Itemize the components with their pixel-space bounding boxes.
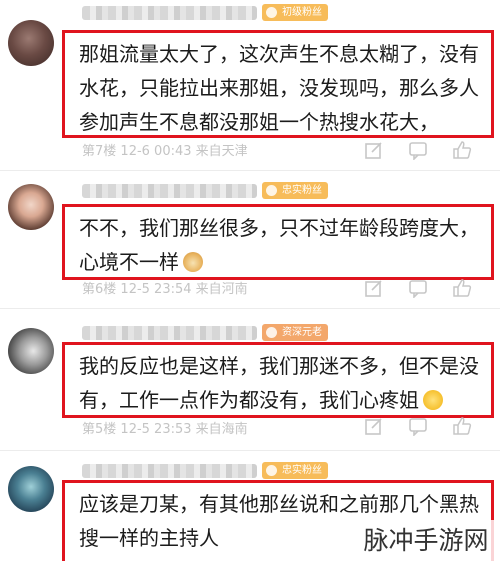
- badge-icon: [266, 465, 277, 476]
- fan-level-badge: 忠实粉丝: [262, 462, 328, 479]
- divider: [0, 170, 500, 171]
- comment-meta: 第5楼 12-5 23:53 来自海南: [82, 418, 248, 437]
- badge-icon: [266, 185, 277, 196]
- badge-icon: [266, 327, 277, 338]
- fan-level-badge: 忠实粉丝: [262, 182, 328, 199]
- comment-item: 资深元老 我的反应也是这样，我们那迷不多，但不是没有，工作一点作为都没有，我们心…: [0, 320, 500, 448]
- floor-number: 第7楼: [82, 144, 117, 159]
- comment-actions: [362, 278, 492, 300]
- edit-icon[interactable]: [364, 278, 384, 298]
- like-icon[interactable]: [452, 416, 472, 436]
- avatar[interactable]: [8, 184, 54, 230]
- fan-level-badge: 资深元老: [262, 324, 328, 341]
- comment-text: 不不，我们那丝很多，只不过年龄段跨度大，心境不一样: [79, 216, 479, 274]
- comment-icon[interactable]: [408, 278, 428, 298]
- comment-item: 忠实粉丝 不不，我们那丝很多，只不过年龄段跨度大，心境不一样 第6楼 12-5 …: [0, 178, 500, 306]
- divider: [0, 450, 500, 451]
- comment-item: 初级粉丝 那姐流量太大了，这次声生不息太糊了，没有水花，只能拉出来那姐，没发现吗…: [0, 0, 500, 170]
- comment-location: 来自海南: [195, 422, 248, 437]
- comment-meta: 第6楼 12-5 23:54 来自河南: [82, 278, 248, 297]
- comment-datetime: 12-5 23:53: [120, 422, 192, 437]
- crying-emoji-icon: [423, 390, 443, 410]
- username-blurred[interactable]: [82, 464, 257, 478]
- edit-icon[interactable]: [364, 416, 384, 436]
- comment-location: 来自河南: [195, 282, 248, 297]
- floor-number: 第6楼: [82, 282, 117, 297]
- comment-actions: [362, 416, 492, 438]
- avatar[interactable]: [8, 20, 54, 66]
- divider: [0, 308, 500, 309]
- comment-datetime: 12-5 23:54: [120, 282, 192, 297]
- username-blurred[interactable]: [82, 184, 257, 198]
- avatar[interactable]: [8, 466, 54, 512]
- like-icon[interactable]: [452, 140, 472, 160]
- site-watermark: 脉冲手游网: [352, 520, 500, 561]
- avatar[interactable]: [8, 328, 54, 374]
- like-icon[interactable]: [452, 278, 472, 298]
- comment-actions: [362, 140, 492, 162]
- comment-text-box: 那姐流量太大了，这次声生不息太糊了，没有水花，只能拉出来那姐，没发现吗，那么多人…: [62, 30, 494, 138]
- comment-icon[interactable]: [408, 140, 428, 160]
- comment-text-box: 不不，我们那丝很多，只不过年龄段跨度大，心境不一样: [62, 204, 494, 280]
- username-blurred[interactable]: [82, 326, 257, 340]
- comment-text: 那姐流量太大了，这次声生不息太糊了，没有水花，只能拉出来那姐，没发现吗，那么多人…: [79, 42, 479, 134]
- comment-location: 来自天津: [195, 144, 248, 159]
- fan-level-badge: 初级粉丝: [262, 4, 328, 21]
- comment-datetime: 12-6 00:43: [120, 144, 192, 159]
- comment-icon[interactable]: [408, 416, 428, 436]
- dog-emoji-icon: [183, 252, 203, 272]
- floor-number: 第5楼: [82, 422, 117, 437]
- edit-icon[interactable]: [364, 140, 384, 160]
- username-blurred[interactable]: [82, 6, 257, 20]
- comment-text: 我的反应也是这样，我们那迷不多，但不是没有，工作一点作为都没有，我们心疼姐: [79, 354, 479, 412]
- comment-text-box: 我的反应也是这样，我们那迷不多，但不是没有，工作一点作为都没有，我们心疼姐: [62, 342, 494, 418]
- badge-icon: [266, 7, 277, 18]
- comment-meta: 第7楼 12-6 00:43 来自天津: [82, 140, 248, 159]
